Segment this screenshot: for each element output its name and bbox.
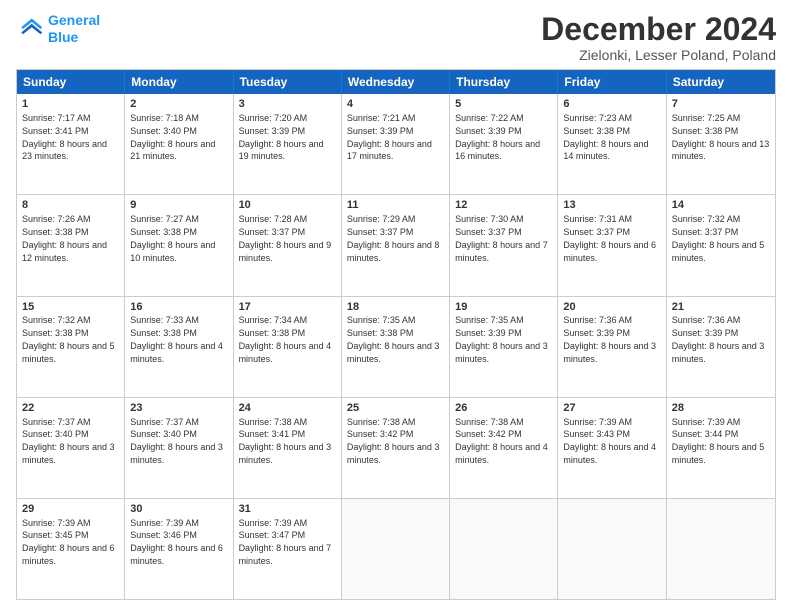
empty-cell-3 [558, 499, 666, 599]
logo-text: General Blue [48, 12, 100, 46]
header-monday: Monday [125, 70, 233, 94]
day-10: 10 Sunrise: 7:28 AMSunset: 3:37 PMDaylig… [234, 195, 342, 295]
calendar: Sunday Monday Tuesday Wednesday Thursday… [16, 69, 776, 600]
day-11: 11 Sunrise: 7:29 AMSunset: 3:37 PMDaylig… [342, 195, 450, 295]
logo-line2: Blue [48, 29, 78, 45]
day-4: 4 Sunrise: 7:21 AMSunset: 3:39 PMDayligh… [342, 94, 450, 194]
day-18: 18 Sunrise: 7:35 AMSunset: 3:38 PMDaylig… [342, 297, 450, 397]
day-27: 27 Sunrise: 7:39 AMSunset: 3:43 PMDaylig… [558, 398, 666, 498]
day-23: 23 Sunrise: 7:37 AMSunset: 3:40 PMDaylig… [125, 398, 233, 498]
day-13: 13 Sunrise: 7:31 AMSunset: 3:37 PMDaylig… [558, 195, 666, 295]
day-19: 19 Sunrise: 7:35 AMSunset: 3:39 PMDaylig… [450, 297, 558, 397]
day-16: 16 Sunrise: 7:33 AMSunset: 3:38 PMDaylig… [125, 297, 233, 397]
calendar-body: 1 Sunrise: 7:17 AMSunset: 3:41 PMDayligh… [17, 94, 775, 599]
day-6: 6 Sunrise: 7:23 AMSunset: 3:38 PMDayligh… [558, 94, 666, 194]
calendar-header: Sunday Monday Tuesday Wednesday Thursday… [17, 70, 775, 94]
header-thursday: Thursday [450, 70, 558, 94]
day-5: 5 Sunrise: 7:22 AMSunset: 3:39 PMDayligh… [450, 94, 558, 194]
day-8: 8 Sunrise: 7:26 AMSunset: 3:38 PMDayligh… [17, 195, 125, 295]
empty-cell-1 [342, 499, 450, 599]
header-sunday: Sunday [17, 70, 125, 94]
day-21: 21 Sunrise: 7:36 AMSunset: 3:39 PMDaylig… [667, 297, 775, 397]
day-26: 26 Sunrise: 7:38 AMSunset: 3:42 PMDaylig… [450, 398, 558, 498]
day-12: 12 Sunrise: 7:30 AMSunset: 3:37 PMDaylig… [450, 195, 558, 295]
week-row-1: 1 Sunrise: 7:17 AMSunset: 3:41 PMDayligh… [17, 94, 775, 194]
empty-cell-2 [450, 499, 558, 599]
day-22: 22 Sunrise: 7:37 AMSunset: 3:40 PMDaylig… [17, 398, 125, 498]
week-row-5: 29 Sunrise: 7:39 AMSunset: 3:45 PMDaylig… [17, 498, 775, 599]
subtitle: Zielonki, Lesser Poland, Poland [541, 47, 776, 63]
week-row-4: 22 Sunrise: 7:37 AMSunset: 3:40 PMDaylig… [17, 397, 775, 498]
logo-icon [16, 15, 44, 43]
day-3: 3 Sunrise: 7:20 AMSunset: 3:39 PMDayligh… [234, 94, 342, 194]
header-saturday: Saturday [667, 70, 775, 94]
day-31: 31 Sunrise: 7:39 AMSunset: 3:47 PMDaylig… [234, 499, 342, 599]
day-14: 14 Sunrise: 7:32 AMSunset: 3:37 PMDaylig… [667, 195, 775, 295]
day-25: 25 Sunrise: 7:38 AMSunset: 3:42 PMDaylig… [342, 398, 450, 498]
header-tuesday: Tuesday [234, 70, 342, 94]
day-7: 7 Sunrise: 7:25 AMSunset: 3:38 PMDayligh… [667, 94, 775, 194]
day-28: 28 Sunrise: 7:39 AMSunset: 3:44 PMDaylig… [667, 398, 775, 498]
day-9: 9 Sunrise: 7:27 AMSunset: 3:38 PMDayligh… [125, 195, 233, 295]
header-wednesday: Wednesday [342, 70, 450, 94]
logo-line1: General [48, 12, 100, 28]
main-title: December 2024 [541, 12, 776, 47]
day-20: 20 Sunrise: 7:36 AMSunset: 3:39 PMDaylig… [558, 297, 666, 397]
day-30: 30 Sunrise: 7:39 AMSunset: 3:46 PMDaylig… [125, 499, 233, 599]
title-block: December 2024 Zielonki, Lesser Poland, P… [541, 12, 776, 63]
day-24: 24 Sunrise: 7:38 AMSunset: 3:41 PMDaylig… [234, 398, 342, 498]
week-row-2: 8 Sunrise: 7:26 AMSunset: 3:38 PMDayligh… [17, 194, 775, 295]
day-1: 1 Sunrise: 7:17 AMSunset: 3:41 PMDayligh… [17, 94, 125, 194]
day-17: 17 Sunrise: 7:34 AMSunset: 3:38 PMDaylig… [234, 297, 342, 397]
header-friday: Friday [558, 70, 666, 94]
week-row-3: 15 Sunrise: 7:32 AMSunset: 3:38 PMDaylig… [17, 296, 775, 397]
day-29: 29 Sunrise: 7:39 AMSunset: 3:45 PMDaylig… [17, 499, 125, 599]
header: General Blue December 2024 Zielonki, Les… [16, 12, 776, 63]
day-2: 2 Sunrise: 7:18 AMSunset: 3:40 PMDayligh… [125, 94, 233, 194]
day-15: 15 Sunrise: 7:32 AMSunset: 3:38 PMDaylig… [17, 297, 125, 397]
empty-cell-4 [667, 499, 775, 599]
logo: General Blue [16, 12, 100, 46]
page: General Blue December 2024 Zielonki, Les… [0, 0, 792, 612]
